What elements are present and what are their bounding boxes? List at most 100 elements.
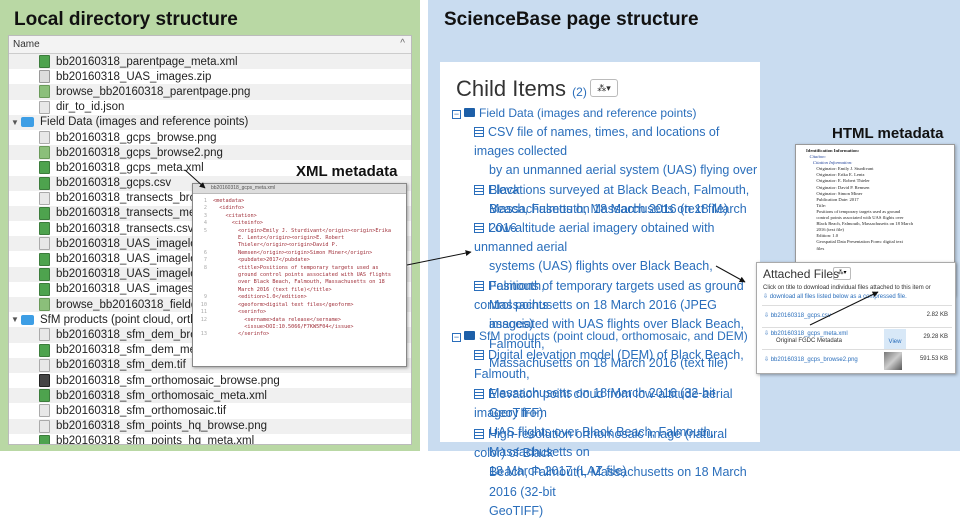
line-number — [193, 242, 213, 249]
xml-code-text: <metadata> — [213, 198, 245, 204]
xml-line: Thieler</origin><origin>David P. — [193, 242, 406, 249]
sort-chevron-icon[interactable]: ^ — [400, 38, 405, 49]
folder-label[interactable]: SfM products (point cloud, orthomosaic, … — [479, 329, 748, 343]
xml-line: E. Lentz</origin><origin>E. Robert — [193, 235, 406, 242]
file-row[interactable]: browse_bb20160318_parentpage.png — [9, 84, 411, 100]
xml-code: 1 <metadata> 2 <idinfo> 3 <citation> 4 <cite… — [193, 194, 406, 339]
collapse-icon[interactable]: − — [452, 333, 461, 342]
child-item-text[interactable]: Massachusetts on 18 March 2016 (text fil… — [489, 202, 728, 216]
child-item-text[interactable]: GeoTIFF) — [489, 504, 543, 518]
xml-file-tab[interactable]: bb20160318_gcps_meta.xml — [193, 184, 406, 194]
xml-code-text: over Black Beach, Falmouth, Massachusett… — [213, 279, 385, 286]
file-name: bb20160318_gcps_browse2.png — [56, 146, 223, 159]
file-row[interactable]: bb20160318_sfm_points_hq_browse.png — [9, 418, 411, 434]
file-name: bb20160318_gcps_meta.xml — [56, 161, 204, 174]
file-icon — [39, 146, 50, 160]
download-all-link[interactable]: ⇩ download all files listed below as a c… — [763, 293, 907, 300]
image-thumbnail[interactable] — [884, 352, 902, 370]
child-item-text[interactable]: Elevation point cloud from low-altitude … — [474, 387, 733, 420]
xml-code-text: March 2016 (text file)</title> — [213, 286, 332, 293]
line-number: 3 — [203, 212, 207, 219]
line-number: 7 — [203, 257, 207, 264]
file-icon — [39, 328, 50, 342]
file-icon — [39, 267, 50, 281]
child-item-text[interactable]: CSV file of names, times, and locations … — [474, 125, 719, 158]
line-number: 9 — [203, 294, 207, 301]
file-name: bb20160318_sfm_dem.tif — [56, 359, 186, 372]
file-icon — [39, 176, 50, 190]
file-row[interactable]: bb20160318_gcps_browse.png — [9, 130, 411, 145]
attached-files-button[interactable]: ⁂▾ — [833, 267, 851, 280]
folder-icon — [21, 117, 34, 128]
folder-icon — [21, 314, 34, 325]
line-number — [193, 272, 213, 279]
xml-code-text: <issue>DOI:10.5066/F7KW5F04</issue> — [213, 323, 354, 330]
xml-line: 9 <edition>1.0</edition> — [193, 294, 406, 301]
child-item-text[interactable]: Low-altitude aerial imagery obtained wit… — [474, 221, 715, 254]
file-row[interactable]: bb20160318_sfm_orthomosaic_meta.xml — [9, 388, 411, 404]
folder-label[interactable]: Field Data (images and reference points) — [479, 106, 696, 120]
list-icon — [474, 389, 484, 399]
xml-metadata-label: XML metadata — [296, 163, 398, 180]
xml-line: over Black Beach, Falmouth, Massachusett… — [193, 279, 406, 286]
file-icon — [39, 206, 50, 220]
file-row[interactable]: bb20160318_gcps_browse2.png — [9, 145, 411, 161]
tree-folder[interactable]: − Field Data (images and reference points… — [452, 104, 696, 123]
xml-code-text: </serinfo> — [213, 331, 270, 338]
xml-code-text: <edition>1.0</edition> — [213, 294, 307, 301]
file-icon — [39, 434, 50, 444]
file-row[interactable]: bb20160318_parentpage_meta.xml — [9, 54, 411, 70]
line-number: 11 — [200, 309, 207, 316]
file-link[interactable]: ⇩ bb20160318_gcps.csv — [764, 312, 831, 319]
list-icon — [474, 223, 484, 233]
child-items-count: (2) — [572, 85, 587, 99]
line-number: 12 — [200, 316, 207, 323]
xml-code-text: <citation> — [213, 212, 257, 219]
view-button[interactable]: View — [884, 329, 906, 349]
child-item-text[interactable]: Beach, Falmouth, Massachusetts on 18 Mar… — [489, 465, 747, 498]
file-row[interactable]: bb20160318_sfm_points_hq_meta.xml — [9, 434, 411, 444]
child-item-link[interactable]: Elevations surveyed at Black Beach, Falm… — [474, 181, 749, 219]
file-name: bb20160318_sfm_orthomosaic.tif — [56, 404, 227, 417]
file-row[interactable]: bb20160318_sfm_orthomosaic_browse.png — [9, 373, 411, 388]
file-row[interactable]: ▼ Field Data (images and reference points… — [9, 114, 411, 130]
xml-code-text: Thieler</origin><origin>David P. — [213, 242, 338, 249]
file-icon — [39, 55, 50, 69]
line-number — [193, 235, 213, 242]
child-item-text[interactable]: Positions of temporary targets used as g… — [474, 279, 744, 312]
attached-files-title: Attached Files — [763, 267, 840, 281]
hierarchy-button[interactable]: ⁂▾ — [590, 79, 618, 97]
xml-line: 7 <pubdate>2017</pubdate> — [193, 257, 406, 264]
line-number: 13 — [200, 331, 207, 338]
xml-line: 4 <citeinfo> — [193, 220, 406, 227]
name-column-header[interactable]: Name ^ — [9, 36, 411, 54]
file-name: bb20160318_gcps.csv — [56, 177, 172, 190]
xml-line: 10 <geoform>digital text files</geoform> — [193, 302, 406, 309]
child-item-text[interactable]: High-resolution orthomosaic image (natur… — [474, 427, 727, 460]
html-metadata-label: HTML metadata — [832, 125, 944, 142]
attached-file-row: ⇩ bb20160318_gcps.csv 2.82 KB — [762, 305, 952, 327]
xml-metadata-window: bb20160318_gcps_meta.xml 1 <metadata> 2 <i… — [192, 183, 407, 367]
left-panel-title: Local directory structure — [14, 9, 238, 30]
file-row[interactable]: bb20160318_UAS_images.zip — [9, 69, 411, 84]
disclosure-triangle-icon[interactable]: ▼ — [9, 118, 21, 127]
file-name: bb20160318_sfm_orthomosaic_browse.png — [56, 374, 280, 387]
child-item-text[interactable]: Digital elevation model (DEM) of Black B… — [474, 348, 744, 381]
child-item-link[interactable]: High-resolution orthomosaic image (natur… — [474, 425, 760, 521]
xml-line: <issue>DOI:10.5066/F7KW5F04</issue> — [193, 324, 406, 331]
file-name: bb20160318_UAS_images.zip — [56, 70, 212, 83]
xml-line: ground control points associated with UA… — [193, 272, 406, 279]
file-row[interactable]: bb20160318_sfm_orthomosaic.tif — [9, 403, 411, 418]
file-icon — [39, 252, 50, 266]
html-metadata-line: files — [806, 245, 825, 251]
child-item-text[interactable]: Elevations surveyed at Black Beach, Falm… — [488, 183, 749, 197]
file-row[interactable]: dir_to_id.json — [9, 100, 411, 115]
xml-line: March 2016 (text file)</title> — [193, 287, 406, 294]
disclosure-triangle-icon[interactable]: ▼ — [9, 315, 21, 324]
tree-folder[interactable]: − SfM products (point cloud, orthomosaic,… — [452, 327, 748, 346]
file-size: 29.28 KB — [923, 334, 948, 340]
file-link[interactable]: ⇩ bb20160318_gcps_browse2.png — [764, 356, 858, 363]
file-link[interactable]: ⇩ bb20160318_gcps_meta.xml — [764, 330, 848, 337]
collapse-icon[interactable]: − — [452, 110, 461, 119]
xml-line: 13 </serinfo> — [193, 331, 406, 338]
